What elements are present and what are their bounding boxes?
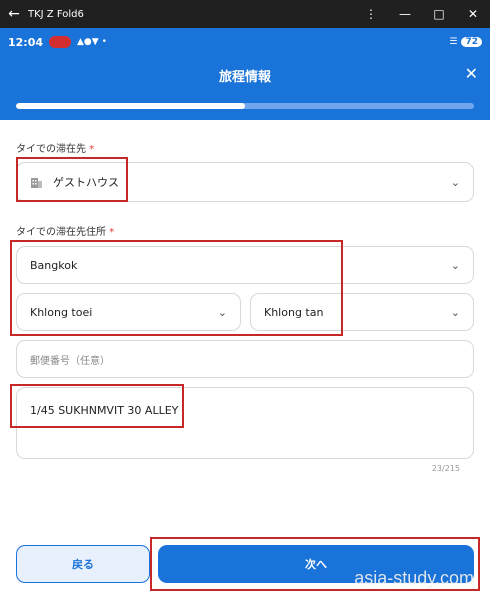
stay-type-label-text: タイでの滞在先 — [16, 144, 86, 155]
maximize-icon[interactable]: □ — [422, 7, 456, 21]
app-header: 旅程情報 ✕ — [0, 56, 490, 120]
character-counter: 23/215 — [431, 464, 460, 473]
province-value: Bangkok — [30, 258, 78, 272]
window-title: TKJ Z Fold6 — [28, 8, 84, 20]
notification-icons: ▲●▼ • — [77, 37, 107, 47]
postal-code-input[interactable]: 郵便番号（任意） — [16, 340, 474, 378]
chevron-down-icon: ⌄ — [217, 305, 227, 319]
district-select[interactable]: Khlong toei ⌄ — [16, 293, 241, 331]
signal-icon: ☰ — [449, 37, 458, 47]
back-button[interactable]: 戻る — [16, 545, 150, 583]
pin-icon[interactable]: ⋮ — [354, 7, 388, 21]
stay-type-select[interactable]: ゲストハウス ⌄ — [16, 162, 474, 202]
address-label: タイでの滞在先住所 * — [16, 223, 114, 238]
watermark: asia-study.com — [354, 568, 474, 588]
minimize-icon[interactable]: — — [388, 7, 422, 21]
progress-bar — [16, 103, 474, 109]
screen-record-icon — [49, 36, 72, 48]
district-value: Khlong toei — [30, 305, 93, 319]
stay-type-value: ゲストハウス — [53, 176, 119, 189]
window-title-bar: ← TKJ Z Fold6 ⋮ — □ ✕ — [0, 0, 490, 28]
address-label-text: タイでの滞在先住所 — [16, 227, 106, 238]
postal-code-placeholder: 郵便番号（任意） — [30, 355, 110, 367]
street-address-textarea[interactable]: 1/45 SUKHNMVIT 30 ALLEY — [16, 387, 474, 459]
close-icon[interactable]: ✕ — [465, 64, 478, 83]
street-address-value: 1/45 SUKHNMVIT 30 ALLEY — [30, 404, 179, 417]
required-mark: * — [89, 144, 95, 155]
battery-level: 72 — [461, 37, 482, 47]
chevron-down-icon: ⌄ — [450, 258, 460, 272]
stay-type-label: タイでの滞在先 * — [16, 140, 94, 155]
province-select[interactable]: Bangkok ⌄ — [16, 246, 474, 284]
chevron-down-icon: ⌄ — [450, 175, 460, 189]
status-time: 12:04 — [8, 35, 44, 49]
page-title: 旅程情報 — [218, 70, 271, 85]
building-icon — [30, 176, 43, 189]
progress-fill — [16, 103, 245, 109]
required-mark: * — [109, 227, 115, 238]
chevron-down-icon: ⌄ — [450, 305, 460, 319]
status-bar: 12:04 ▲●▼ • ☰ 72 — [0, 28, 490, 56]
subdistrict-select[interactable]: Khlong tan ⌄ — [250, 293, 474, 331]
subdistrict-value: Khlong tan — [264, 305, 324, 319]
close-window-icon[interactable]: ✕ — [456, 7, 490, 21]
back-arrow-icon[interactable]: ← — [0, 6, 28, 22]
